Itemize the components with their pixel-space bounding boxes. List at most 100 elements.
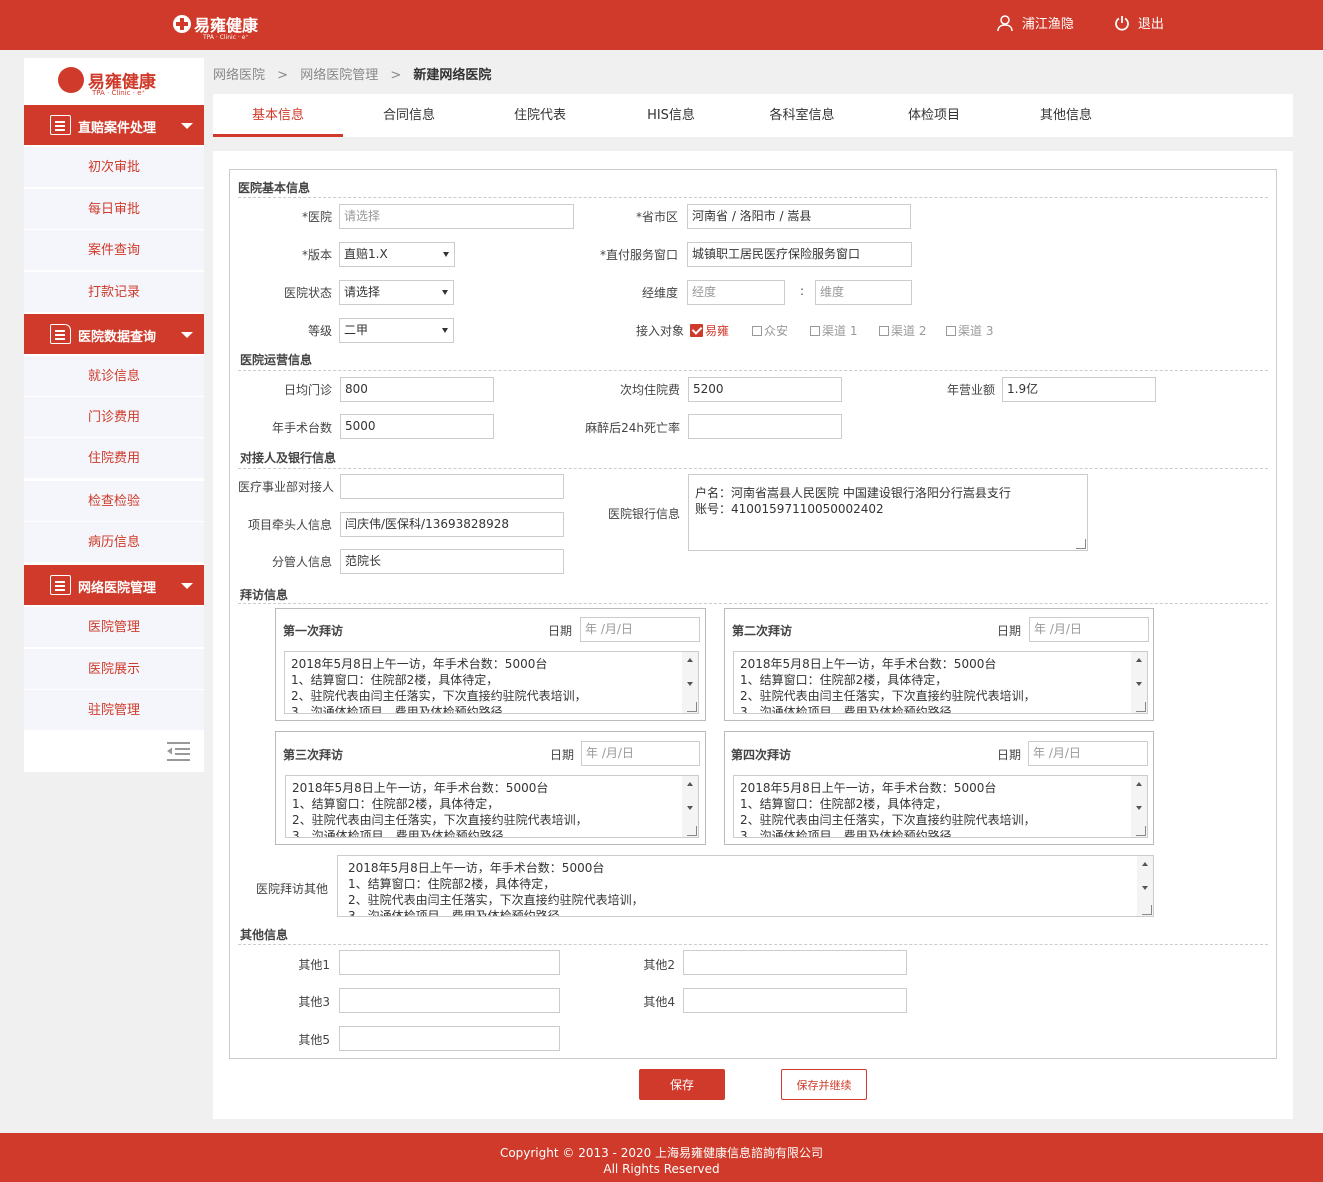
resize-grip-icon[interactable] xyxy=(1142,905,1152,915)
power-icon xyxy=(1115,15,1129,31)
visit-date-label-2: 日期 xyxy=(996,624,1021,638)
region-label: *省市区 xyxy=(635,210,678,224)
visit-notes-1[interactable]: 2018年5月8日上午一访，年手术台数：5000台 1、结算窗口：住院部2楼，具… xyxy=(284,651,699,714)
nav-item-hospital-showcase[interactable]: 医院展示 xyxy=(24,649,204,690)
nav-item-initial-review[interactable]: 初次审批 xyxy=(24,147,204,188)
section-divider xyxy=(238,603,1268,604)
annual-surgery-label: 年手术台数 xyxy=(271,421,332,435)
nav-item-resident-management[interactable]: 驻院管理 xyxy=(24,690,204,731)
access-checkbox-zhongan[interactable]: 众安 xyxy=(752,322,788,339)
tab-contract-info[interactable]: 合同信息 xyxy=(344,94,474,137)
access-checkbox-yiyong[interactable]: 易雍 xyxy=(690,322,729,339)
tab-checkup-items[interactable]: 体检项目 xyxy=(869,94,999,137)
resize-grip-icon[interactable] xyxy=(687,702,697,712)
section-title-visits: 拜访信息 xyxy=(240,588,289,602)
nav-item-inpatient-fees[interactable]: 住院费用 xyxy=(24,438,204,479)
section-title-ops: 医院运营信息 xyxy=(240,353,313,367)
section-title-contact: 对接人及银行信息 xyxy=(240,451,337,465)
access-checkbox-channel-3[interactable]: 渠道 3 xyxy=(946,322,993,339)
breadcrumb-current: 新建网络医院 xyxy=(413,68,492,83)
tab-other-info[interactable]: 其他信息 xyxy=(1001,94,1131,137)
nav-item-hospital-management[interactable]: 医院管理 xyxy=(24,607,204,648)
latitude-input[interactable]: 维度 xyxy=(815,280,912,305)
visit-date-input-3[interactable]: 年 /月/日 xyxy=(581,741,700,766)
access-checkbox-channel-1[interactable]: 渠道 1 xyxy=(810,322,857,339)
breadcrumb-link-management[interactable]: 网络医院管理 xyxy=(300,68,378,83)
visit-other-textarea[interactable]: 2018年5月8日上午一访，年手术台数：5000台 1、结算窗口：住院部2楼，具… xyxy=(337,855,1154,917)
other1-input[interactable] xyxy=(339,950,560,975)
chevron-down-icon xyxy=(181,123,193,129)
grade-select[interactable]: 二甲 xyxy=(339,318,454,343)
tab-resident-rep[interactable]: 住院代表 xyxy=(475,94,605,137)
other3-input[interactable] xyxy=(339,988,560,1013)
visit-date-input-2[interactable]: 年 /月/日 xyxy=(1029,617,1149,642)
visit-title-1: 第一次拜访 xyxy=(283,624,344,638)
access-label: 接入对象 xyxy=(635,324,684,338)
section-divider xyxy=(238,468,1268,469)
breadcrumb-link-network[interactable]: 网络医院 xyxy=(213,68,265,83)
annual-revenue-input[interactable]: 1.9亿 xyxy=(1002,377,1156,402)
anesthesia-death-input[interactable] xyxy=(688,414,842,439)
nav-section-label: 医院数据查询 xyxy=(78,330,157,345)
access-checkbox-channel-2[interactable]: 渠道 2 xyxy=(879,322,926,339)
manager-input[interactable]: 范院长 xyxy=(340,549,564,574)
resize-grip-icon[interactable] xyxy=(1136,702,1146,712)
annual-revenue-label: 年营业额 xyxy=(946,383,995,397)
hospital-select[interactable]: 请选择 xyxy=(339,204,574,229)
resize-grip-icon[interactable] xyxy=(687,826,697,836)
bank-info-textarea[interactable]: 户名：河南省嵩县人民医院 中国建设银行洛阳分行嵩县支行 账号：410015971… xyxy=(688,474,1088,551)
user-menu[interactable]: 浦江渔隐 xyxy=(996,13,1074,32)
other4-input[interactable] xyxy=(683,988,907,1013)
status-select[interactable]: 请选择 xyxy=(339,280,454,305)
save-button[interactable]: 保存 xyxy=(639,1069,725,1100)
header-logo[interactable]: 易雍健康 TPA · Clinic · e⁺ xyxy=(173,12,258,41)
logout-label: 退出 xyxy=(1137,17,1164,32)
nav-item-medical-records[interactable]: 病历信息 xyxy=(24,522,204,563)
nav-section-label: 网络医院管理 xyxy=(78,581,157,596)
project-lead-input[interactable]: 闫庆伟/医保科/13693828928 xyxy=(340,512,564,537)
other3-label: 其他3 xyxy=(298,995,330,1009)
daily-outpatient-input[interactable]: 800 xyxy=(340,377,494,402)
geo-separator: : xyxy=(799,284,804,298)
nav-section-claims[interactable]: 直赔案件处理 xyxy=(24,105,204,145)
visit-other-label: 医院拜访其他 xyxy=(255,882,328,896)
daily-outpatient-label: 日均门诊 xyxy=(283,383,332,397)
nav-item-outpatient-fees[interactable]: 门诊费用 xyxy=(24,397,204,438)
collapse-sidebar-button[interactable] xyxy=(167,741,191,764)
other5-input[interactable] xyxy=(339,1026,560,1051)
nav-section-network-hospital[interactable]: 网络医院管理 xyxy=(24,565,204,605)
visit-notes-4[interactable]: 2018年5月8日上午一访，年手术台数：5000台 1、结算窗口：住院部2楼，具… xyxy=(733,775,1148,838)
longitude-input[interactable]: 经度 xyxy=(687,280,785,305)
other2-input[interactable] xyxy=(683,950,907,975)
nav-item-lab-tests[interactable]: 检查检验 xyxy=(24,481,204,522)
top-bar: 易雍健康 TPA · Clinic · e⁺ 浦江渔隐 退出 xyxy=(0,0,1323,50)
resize-grip-icon[interactable] xyxy=(1076,539,1086,549)
annual-surgery-input[interactable]: 5000 xyxy=(340,414,494,439)
logout-button[interactable]: 退出 xyxy=(1114,13,1164,32)
sidebar-logo: 易雍健康 TPA · Clinic · e⁺ xyxy=(58,67,156,97)
chevron-down-icon xyxy=(181,332,193,338)
avg-inpatient-fee-input[interactable]: 5200 xyxy=(688,377,842,402)
service-window-input[interactable]: 城镇职工居民医疗保险服务窗口 xyxy=(687,242,912,267)
tab-his-info[interactable]: HIS信息 xyxy=(606,94,736,137)
visit-date-input-4[interactable]: 年 /月/日 xyxy=(1028,741,1148,766)
resize-grip-icon[interactable] xyxy=(1136,826,1146,836)
tab-department-info[interactable]: 各科室信息 xyxy=(737,94,867,137)
tab-basic-info[interactable]: 基本信息 xyxy=(213,94,343,137)
med-contact-input[interactable] xyxy=(340,474,564,499)
visit-notes-3[interactable]: 2018年5月8日上午一访，年手术台数：5000台 1、结算窗口：住院部2楼，具… xyxy=(285,775,699,838)
grade-label: 等级 xyxy=(307,324,332,338)
region-select[interactable]: 河南省 / 洛阳市 / 嵩县 xyxy=(687,204,911,229)
visit-notes-2[interactable]: 2018年5月8日上午一访，年手术台数：5000台 1、结算窗口：住院部2楼，具… xyxy=(733,651,1148,714)
nav-item-payment-records[interactable]: 打款记录 xyxy=(24,272,204,313)
save-continue-button[interactable]: 保存并继续 xyxy=(781,1069,867,1100)
nav-item-daily-review[interactable]: 每日审批 xyxy=(24,189,204,230)
status-label: 医院状态 xyxy=(283,286,332,300)
nav-item-visit-info[interactable]: 就诊信息 xyxy=(24,356,204,397)
geo-label: 经维度 xyxy=(641,286,678,300)
nav-item-case-query[interactable]: 案件查询 xyxy=(24,230,204,271)
version-select[interactable]: 直赔1.X xyxy=(339,242,455,267)
visit-date-input-1[interactable]: 年 /月/日 xyxy=(580,617,700,642)
visit-date-label-4: 日期 xyxy=(996,748,1021,762)
nav-section-hospital-data[interactable]: 医院数据查询 xyxy=(24,314,204,354)
